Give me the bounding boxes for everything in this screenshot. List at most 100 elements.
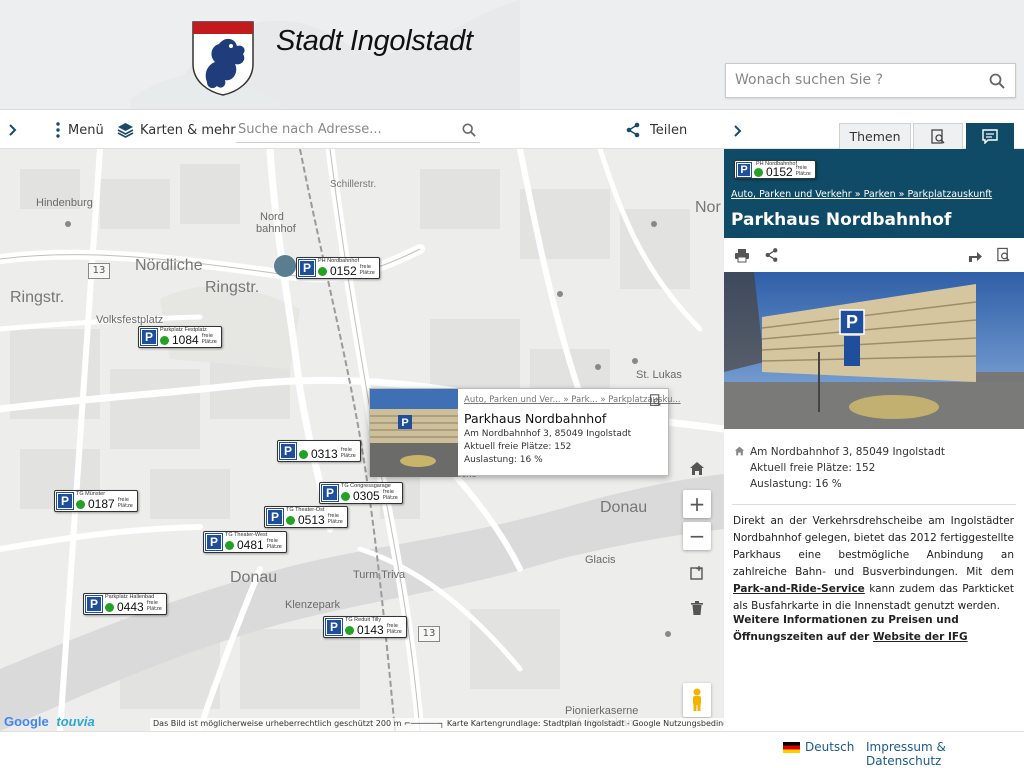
zoom-in-button[interactable]: + (683, 490, 711, 518)
status-dot (105, 602, 114, 612)
tourvia-logo-text: touvia (56, 714, 95, 729)
marker-count: 0187 (88, 497, 115, 511)
parking-marker[interactable]: P 0313 freie Plätze (277, 440, 361, 462)
site-search-input[interactable]: Wonach suchen Sie ? (725, 63, 1016, 98)
marker-name: PH Nordbahnhof (756, 161, 797, 167)
parking-marker[interactable]: P Parkplatz Hallenbad 0443 freie Plätze (83, 593, 167, 615)
parking-marker[interactable]: P TG Münster 0187 freie Plätze (54, 490, 138, 512)
marker-count: 0443 (117, 600, 144, 614)
street-view-button[interactable] (683, 683, 711, 717)
status-dot (345, 625, 354, 635)
map-label: Nor (695, 199, 721, 216)
detail-panel: P PH Nordbahnhof 0152 freie Plätze Auto, … (724, 149, 1024, 731)
marker-name: TG Congressgarage (341, 483, 391, 489)
tab-details[interactable] (966, 123, 1014, 149)
home-button[interactable] (683, 454, 711, 482)
svg-text:P: P (401, 417, 408, 429)
parking-garage-photo[interactable]: P (724, 272, 1024, 429)
search-icon[interactable] (989, 73, 1005, 89)
print-icon[interactable] (734, 248, 750, 263)
trash-icon (691, 601, 703, 615)
share-icon[interactable] (764, 247, 779, 263)
expand-panel-button[interactable] (733, 122, 743, 141)
map-attribution[interactable]: Das Bild ist möglicherweise urheberrecht… (150, 718, 724, 731)
imprint-link[interactable]: Impressum & Datenschutz (866, 740, 1024, 768)
marker-count: 0513 (298, 513, 325, 527)
collapse-left-button[interactable] (8, 111, 18, 149)
description-text-1: Direkt an der Verkehrsdrehscheibe am Ing… (733, 515, 1014, 578)
free-label: freie Plätze (146, 600, 162, 612)
marker-name: Parkplatz Festplatz (160, 327, 207, 333)
kebab-menu-icon (56, 122, 60, 138)
parking-marker[interactable]: P TG Theater-West 0481 freie Plätze (203, 531, 287, 553)
detail-actions (724, 238, 1024, 272)
city-crest-logo[interactable] (191, 20, 255, 96)
delete-button[interactable] (683, 594, 711, 622)
status-dot (299, 449, 308, 459)
site-footer: Deutsch Impressum & Datenschutz (0, 731, 1024, 768)
zoom-to-icon[interactable] (649, 394, 662, 407)
address-placeholder: Suche nach Adresse... (238, 122, 382, 137)
status-dot (76, 499, 85, 509)
map-toolbar: Menü Karten & mehr Suche nach Adresse...… (0, 111, 724, 149)
share-button[interactable]: Teilen (625, 111, 687, 149)
detail-title: Parkhaus Nordbahnhof (731, 210, 952, 230)
google-logo[interactable]: Google touvia (4, 714, 95, 729)
parking-marker[interactable]: P TG Reduit Tilly 0143 freie Plätze (323, 616, 407, 638)
address-search-input[interactable]: Suche nach Adresse... (236, 119, 480, 143)
free-label: freie Plätze (201, 333, 217, 345)
marker-count: 0143 (357, 623, 384, 637)
zoom-out-button[interactable]: − (683, 522, 711, 550)
parking-marker[interactable]: P Parkplatz Festplatz 1084 freie Plätze (138, 326, 222, 348)
ifg-website-link[interactable]: Website der IFG (873, 631, 968, 643)
plus-icon: + (688, 492, 706, 516)
popup-crumb-1[interactable]: Auto, Parken und Ver... (464, 395, 561, 405)
free-label: freie Plätze (327, 513, 343, 525)
document-search-icon (931, 128, 945, 144)
detail-breadcrumb[interactable]: Auto, Parken und Verkehr » Parken » Park… (731, 189, 992, 200)
marker-name: TG Theater-West (225, 532, 268, 538)
menu-button[interactable]: Menü (54, 111, 104, 149)
detail-parking-marker[interactable]: P PH Nordbahnhof 0152 freie Plätze (734, 160, 816, 179)
free-label: freie Plätze (795, 165, 811, 177)
share-label: Teilen (650, 122, 688, 138)
popup-occupancy: Auslastung: 16 % (464, 455, 543, 465)
map-label: Donau (600, 499, 648, 516)
map-label: Pionierkaserne (565, 705, 639, 717)
popup-crumb-2[interactable]: » Park... (563, 395, 597, 405)
parking-popup[interactable]: P Auto, Parken und Ver... » Park... » Pa… (369, 388, 681, 477)
map-label: Klenzepark (285, 599, 341, 611)
marker-count: 0313 (311, 447, 338, 461)
parking-marker[interactable]: P TG Theater-Ost 0513 freie Plätze (264, 506, 348, 528)
route-icon[interactable] (967, 248, 983, 263)
draw-area-button[interactable] (683, 559, 711, 587)
language-selector[interactable]: Deutsch (783, 740, 854, 754)
site-search-placeholder: Wonach suchen Sie ? (735, 72, 884, 88)
status-dot (160, 335, 169, 345)
layers-icon (117, 123, 134, 138)
parking-marker[interactable]: P PH Nordbahnhof 0152 freie Plätze (296, 257, 380, 279)
map-label: St. Lukas (636, 369, 682, 381)
detail-info: Am Nordbahnhof 3, 85049 Ingolstadt Aktue… (734, 444, 946, 492)
tab-themes[interactable]: Themen (839, 123, 911, 149)
tab-search[interactable] (913, 123, 963, 149)
popup-crumb-3[interactable]: » Parkplatzausku... (600, 395, 680, 405)
map-label: Ringstr. (10, 289, 65, 306)
detail-header: P PH Nordbahnhof 0152 freie Plätze Auto, … (724, 149, 1024, 238)
maps-and-more-button[interactable]: Karten & mehr (117, 111, 236, 149)
zoom-to-icon[interactable] (996, 247, 1011, 263)
search-icon[interactable] (462, 123, 476, 137)
city-map[interactable]: Hindenburg Nördliche Ringstr. Volksfestplat… (0, 149, 724, 731)
status-dot (318, 266, 327, 276)
site-title[interactable]: Stadt Ingolstadt (276, 25, 473, 58)
popup-photo[interactable]: P (370, 389, 458, 477)
home-icon (690, 461, 704, 475)
german-flag-icon (783, 741, 800, 753)
draw-rectangle-icon (690, 566, 703, 580)
parking-icon: P (736, 161, 752, 178)
detail-address: Am Nordbahnhof 3, 85049 Ingolstadt (750, 446, 946, 458)
park-and-ride-link[interactable]: Park-and-Ride-Service (733, 583, 865, 595)
map-label: Turm Triva (353, 569, 406, 581)
parking-marker[interactable]: P TG Congressgarage 0305 freie Plätze (319, 482, 403, 504)
site-header: Stadt Ingolstadt Wonach suchen Sie ? (0, 0, 1024, 110)
